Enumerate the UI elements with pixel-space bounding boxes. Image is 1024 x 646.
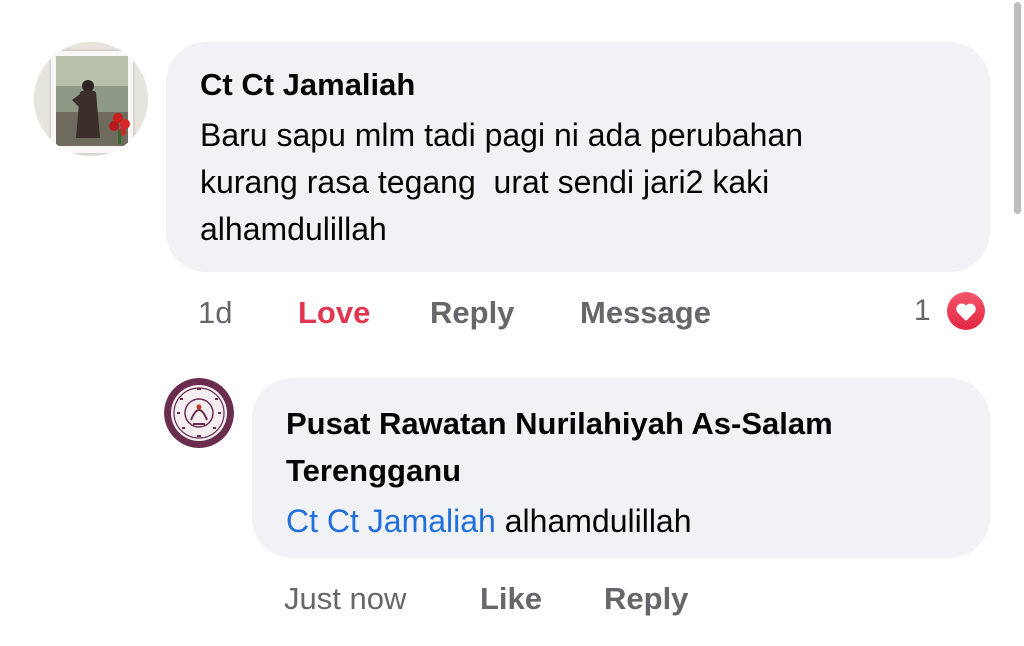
profile-photo	[34, 42, 148, 156]
reply-timestamp[interactable]: Just now	[284, 576, 406, 622]
comment-bubble: Ct Ct Jamaliah Baru sapu mlm tadi pagi n…	[166, 42, 990, 272]
page-avatar[interactable]	[164, 378, 234, 448]
comment-text: Baru sapu mlm tadi pagi ni ada perubahan…	[200, 117, 804, 247]
comment-author[interactable]: Ct Ct Jamaliah	[200, 66, 960, 104]
scrollbar-thumb[interactable]	[1014, 2, 1021, 214]
reaction-count: 1	[914, 294, 931, 327]
mention-link[interactable]: Ct Ct Jamaliah	[286, 503, 496, 539]
reply-button[interactable]: Reply	[430, 290, 514, 336]
heart-icon	[944, 289, 988, 333]
message-button[interactable]: Message	[580, 290, 711, 336]
like-button[interactable]: Like	[480, 576, 542, 622]
scrollbar[interactable]	[1012, 0, 1024, 646]
comment-timestamp[interactable]: 1d	[198, 290, 232, 336]
love-button[interactable]: Love	[298, 290, 370, 336]
reply-text: Ct Ct Jamaliah alhamdulillah	[286, 498, 960, 544]
reply-author[interactable]: Pusat Rawatan Nurilahiyah As-Salam Teren…	[286, 400, 960, 494]
reply-button[interactable]: Reply	[604, 576, 688, 622]
reply-body: alhamdulillah	[495, 503, 692, 539]
avatar[interactable]	[34, 42, 148, 156]
comments-thread: Ct Ct Jamaliah Baru sapu mlm tadi pagi n…	[0, 0, 1024, 646]
reply-bubble: Pusat Rawatan Nurilahiyah As-Salam Teren…	[252, 378, 990, 558]
seal-logo	[164, 378, 234, 448]
